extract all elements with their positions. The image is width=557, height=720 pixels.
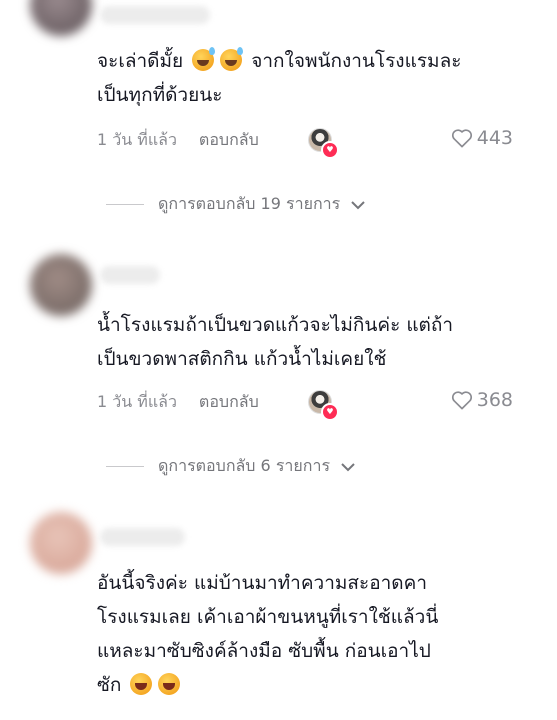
comment-text-line: น้ำโรงแรมถ้าเป็นขวดแก้วจะไม่กินค่ะ แต่ถ้… (97, 314, 454, 336)
comment-text-line: จากใจพนักงานโรงแรมละ (251, 50, 462, 72)
like-button[interactable]: 443 (451, 127, 513, 149)
view-replies-button[interactable]: ดูการตอบกลับ 19 รายการ (106, 192, 366, 217)
like-count: 443 (476, 127, 513, 149)
commenter-username[interactable]: username (100, 6, 210, 24)
heart-outline-icon (451, 391, 472, 410)
comment-text-line: เป็นทุกที่ด้วยนะ (97, 84, 223, 106)
view-replies-label: ดูการตอบกลับ 6 รายการ (158, 456, 331, 475)
grinning-sweat-emoji (220, 47, 244, 71)
divider-line (106, 466, 144, 467)
like-button[interactable]: 368 (451, 389, 513, 411)
comment-text-line: อันนี้จริงค่ะ แม่บ้านมาทำความสะอาดคา (97, 572, 428, 594)
comment-time: 1 วัน ที่แล้ว (97, 391, 177, 411)
comment-text: น้ำโรงแรมถ้าเป็นขวดแก้วจะไม่กินค่ะ แต่ถ้… (97, 308, 527, 376)
grinning-sweat-emoji (192, 47, 216, 71)
laughing-emoji (158, 673, 181, 695)
comment-meta: 1 วัน ที่แล้ว ตอบกลับ (97, 389, 259, 415)
chevron-down-icon (351, 200, 365, 209)
commenter-username[interactable]: username (100, 528, 185, 546)
creator-liked-badge: ♥ (321, 141, 339, 159)
comment-text: จะเล่าดีมั้ย จากใจพนักงานโรงแรมละ เป็นทุ… (97, 44, 527, 112)
commenter-avatar[interactable] (30, 254, 92, 316)
comment-text-line: โรงแรมเลย เค้าเอาผ้าขนหนูที่เราใช้แล้วนี… (97, 606, 439, 628)
commenter-avatar[interactable] (30, 512, 92, 574)
view-replies-label: ดูการตอบกลับ 19 รายการ (158, 194, 341, 213)
commenter-username[interactable]: name (100, 266, 160, 284)
reply-button[interactable]: ตอบกลับ (199, 390, 259, 415)
comment-text: อันนี้จริงค่ะ แม่บ้านมาทำความสะอาดคา โรง… (97, 566, 527, 702)
reply-button[interactable]: ตอบกลับ (199, 128, 259, 153)
commenter-avatar[interactable] (30, 0, 92, 36)
creator-liked-badge: ♥ (321, 403, 339, 421)
comment-text-line: แหละมาซับซิงค์ล้างมือ ซับพื้น ก่อนเอาไป (97, 640, 431, 662)
laughing-emoji (130, 673, 153, 695)
chevron-down-icon (341, 462, 355, 471)
divider-line (106, 204, 144, 205)
view-replies-button[interactable]: ดูการตอบกลับ 6 รายการ (106, 454, 356, 479)
heart-outline-icon (451, 129, 472, 148)
like-count: 368 (476, 389, 513, 411)
comment-text-line: เป็นขวดพาสติกกิน แก้วน้ำไม่เคยใช้ (97, 348, 387, 370)
comment-text-line: จะเล่าดีมั้ย (97, 50, 184, 72)
comment-meta: 1 วัน ที่แล้ว ตอบกลับ (97, 127, 259, 153)
comment-time: 1 วัน ที่แล้ว (97, 129, 177, 149)
comment-text-line: ซัก (97, 674, 122, 696)
